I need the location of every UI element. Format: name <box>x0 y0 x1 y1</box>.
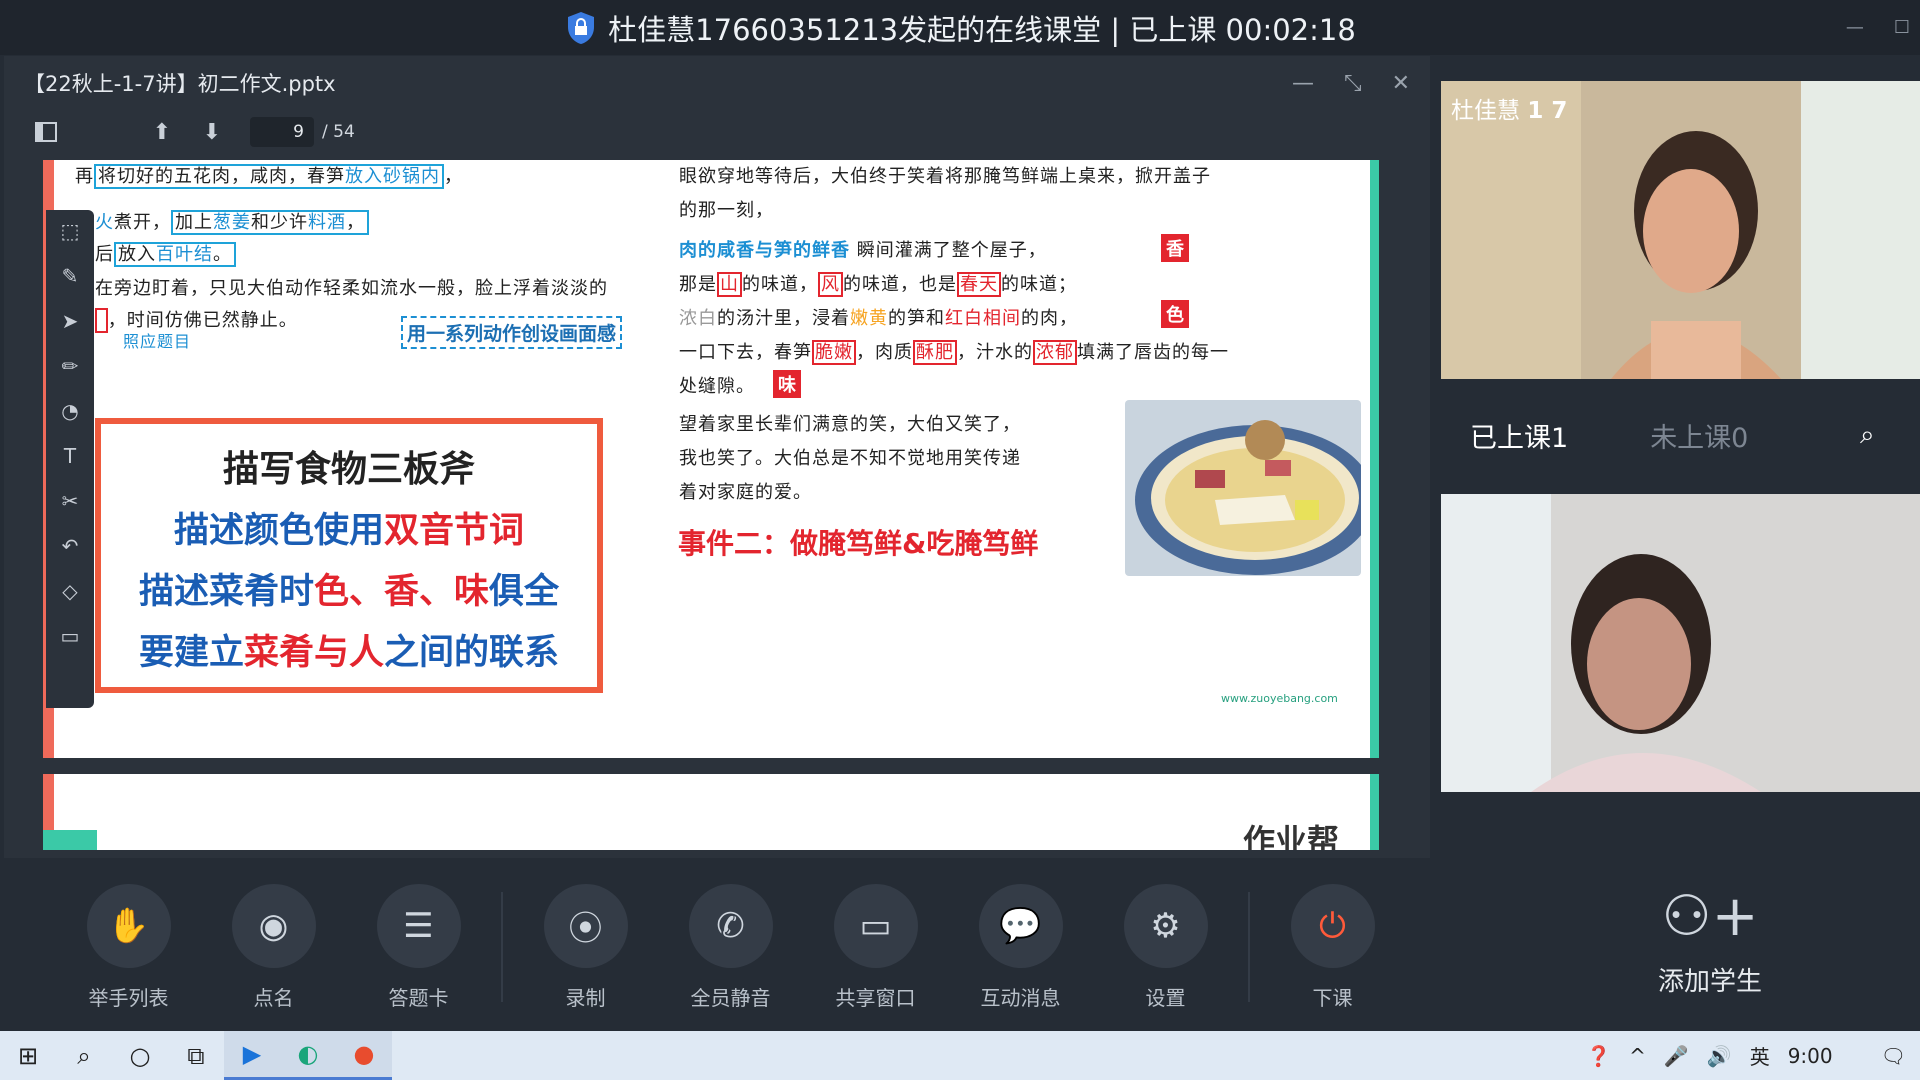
microphone-icon[interactable]: 🎤 <box>1664 1044 1689 1068</box>
title-bar: 杜佳慧17660351213发起的在线课堂 | 已上课 00:02:18 — ☐ <box>0 0 1920 55</box>
page-number-input[interactable]: 9 <box>250 117 314 147</box>
scissors-icon[interactable]: ✂ <box>62 488 79 513</box>
tag-color: 色 <box>1161 300 1189 328</box>
teacher-video[interactable]: 杜佳慧 1 7 <box>1441 81 1920 379</box>
notification-icon[interactable]: 🗨 <box>1881 1044 1906 1068</box>
right-line-4: 那是山的味道，风的味道，也是 春天 的味道； <box>679 272 1077 297</box>
taskbar-search-icon[interactable]: ⌕ <box>56 1031 112 1080</box>
right-line-1: 眼欲穿地等待后，大伯终于笑着将那腌笃鲜端上桌来，掀开盖子 <box>679 166 1211 187</box>
windows-taskbar: ⊞ ⌕ ○ ⧉ ▶ ◐ ● ❓ ^ 🎤 🔊 英 9:00 🗨 <box>0 1031 1920 1080</box>
prev-page-icon[interactable]: ⬆ <box>150 120 174 145</box>
record-button[interactable]: ⦿ 录制 <box>513 883 658 1011</box>
hand-icon: ✋ <box>86 883 171 968</box>
next-slide-brand: 作业帮 <box>1242 822 1339 850</box>
red-app-icon[interactable]: ● <box>336 1031 392 1080</box>
add-student-button[interactable]: ⚇+ 添加学生 <box>1650 884 1770 998</box>
edge-browser-icon[interactable]: ◐ <box>280 1031 336 1080</box>
minimize-icon[interactable]: — <box>1846 17 1864 38</box>
event-two-heading: 事件二：做腌笃鲜&吃腌笃鲜 <box>678 527 1039 560</box>
gear-icon: ⚙ <box>1123 883 1208 968</box>
share-window-button[interactable]: ▭ 共享窗口 <box>803 883 948 1011</box>
location-pin-icon: ◉ <box>231 883 316 968</box>
task-view-icon[interactable]: ⧉ <box>168 1031 224 1080</box>
chat-bubble-icon: 💬 <box>978 883 1063 968</box>
answer-sheet-icon: ☰ <box>376 883 461 968</box>
teacher-name-label: 杜佳慧 1 7 <box>1451 98 1568 124</box>
slide-line-3: 在旁边盯着，只见大伯动作轻柔如流水一般，脸上浮着淡淡的 <box>95 278 608 299</box>
raise-hand-list-button[interactable]: ✋ 举手列表 <box>56 883 201 1011</box>
classroom-app: 杜佳慧17660351213发起的在线课堂 | 已上课 00:02:18 — ☐… <box>0 0 1920 1032</box>
doc-minimize-icon[interactable]: — <box>1292 71 1314 96</box>
end-class-button[interactable]: ⏻ 下课 <box>1260 883 1405 1011</box>
student-video[interactable] <box>1441 494 1920 792</box>
screen-share-icon: ▭ <box>833 883 918 968</box>
add-user-icon: ⚇+ <box>1661 884 1759 949</box>
undo-icon[interactable]: ↶ <box>62 533 79 558</box>
slide-url: www.zuoyebang.com <box>1221 692 1338 705</box>
slide-line-0: 再将切好的五花肉，咸肉，春笋放入砂锅内， <box>75 164 463 189</box>
tag-fragrance: 香 <box>1161 234 1189 262</box>
search-icon[interactable]: ⌕ <box>1860 420 1875 451</box>
answer-card-button[interactable]: ☰ 答题卡 <box>346 883 491 1011</box>
right-line-9: 我也笑了。大伯总是不知不觉地用笑传递 <box>679 448 1021 469</box>
eraser-icon[interactable]: ◇ <box>62 578 77 603</box>
clock[interactable]: 9:00 <box>1788 1044 1833 1068</box>
doc-close-icon[interactable]: ✕ <box>1392 71 1410 96</box>
cortana-icon[interactable]: ○ <box>112 1031 168 1080</box>
mute-user-icon: ✆ <box>688 883 773 968</box>
right-line-10: 着对家庭的爱。 <box>679 482 812 503</box>
toolbox-icon[interactable]: ▭ <box>61 623 80 648</box>
page-total: / 54 <box>322 122 355 142</box>
slide-line-1: 火煮开， 加上葱姜和少许料酒， <box>95 208 369 235</box>
food-tips-card: 描写食物三板斧 描述颜色使用双音节词 描述菜肴时色、香、味俱全 要建立菜肴与人之… <box>95 418 603 693</box>
cursor-icon[interactable]: ➤ <box>62 308 79 333</box>
note-echo-title: 照应题目 <box>123 332 192 351</box>
volume-icon[interactable]: 🔊 <box>1707 1044 1732 1068</box>
pen-icon[interactable]: ✏ <box>62 353 79 378</box>
mute-all-button[interactable]: ✆ 全员静音 <box>658 883 803 1011</box>
card-line-1: 描述颜色使用双音节词 <box>173 511 525 551</box>
slide-next: 作业帮 <box>43 774 1379 850</box>
select-area-icon[interactable]: ⬚ <box>61 218 80 243</box>
next-page-icon[interactable]: ⬇ <box>200 120 224 145</box>
participants-panel: 杜佳慧 1 7 已上课1 未上课0 ⌕ ⚇+ 添加学生 <box>1430 56 1920 1031</box>
food-photo <box>1125 400 1361 576</box>
right-line-7: 处缝隙。 <box>679 376 755 397</box>
classroom-app-icon[interactable]: ▶ <box>224 1031 280 1080</box>
right-line-2: 的那一刻， <box>679 200 774 221</box>
windows-start-icon[interactable]: ⊞ <box>0 1031 56 1080</box>
tag-taste: 味 <box>773 370 801 398</box>
right-line-5: 浓白的汤汁里，浸着嫩黄的笋和红白相间的肉， <box>679 308 1078 329</box>
card-title: 描写食物三板斧 <box>222 449 475 490</box>
help-icon[interactable]: ❓ <box>1586 1044 1611 1068</box>
document-title: 【22秋上-1-7讲】初二作文.pptx <box>24 72 336 96</box>
note-action-scene: 用一系列动作创设画面感 <box>401 316 623 349</box>
record-icon: ⦿ <box>543 883 628 968</box>
doc-restore-icon[interactable]: ⤡ <box>1344 71 1362 96</box>
bottom-control-bar: ✋ 举手列表 ◉ 点名 ☰ 答题卡 ⦿ 录制 ✆ 全员静音 ▭ 共享窗口 💬 互动消息 ⚙ 设置… <box>0 862 1430 1032</box>
slide-current: 再将切好的五花肉，咸肉，春笋放入砂锅内， 火煮开， 加上葱姜和少许料酒， 后放入百… <box>43 160 1379 758</box>
card-line-3: 要建立菜肴与人之间的联系 <box>138 633 560 673</box>
roll-call-button[interactable]: ◉ 点名 <box>201 883 346 1011</box>
tab-not-in-class[interactable]: 未上课0 <box>1650 416 1748 455</box>
maximize-icon[interactable]: ☐ <box>1894 17 1910 38</box>
right-line-6: 一口下去，春笋 脆嫩 ，肉质 酥肥 ，汁水的 浓郁 填满了唇齿的每一 <box>679 340 1229 365</box>
tray-expand-icon[interactable]: ^ <box>1629 1044 1646 1068</box>
messages-button[interactable]: 💬 互动消息 <box>948 883 1093 1011</box>
laser-pointer-icon[interactable]: ✎ <box>62 263 79 288</box>
text-tool-icon[interactable]: T <box>64 443 76 468</box>
card-line-2: 描述菜肴时色、香、味俱全 <box>138 572 560 612</box>
sidebar-toggle-icon[interactable] <box>34 120 58 144</box>
shield-lock-icon <box>564 10 598 46</box>
ime-indicator[interactable]: 英 <box>1750 1041 1770 1070</box>
annotation-toolbar: ⬚ ✎ ➤ ✏ ◔ T ✂ ↶ ◇ ▭ <box>46 210 94 708</box>
slide-line-2: 后放入百叶结。 <box>95 240 236 267</box>
tab-in-class[interactable]: 已上课1 <box>1470 416 1568 455</box>
shapes-icon[interactable]: ◔ <box>61 398 78 423</box>
power-icon: ⏻ <box>1290 883 1375 968</box>
right-line-3: 肉的咸香与笋的鲜香 瞬间灌满了整个屋子， <box>679 240 1047 261</box>
settings-button[interactable]: ⚙ 设置 <box>1093 883 1238 1011</box>
window-title: 杜佳慧17660351213发起的在线课堂 | 已上课 00:02:18 <box>608 12 1356 47</box>
right-line-8: 望着家里长辈们满意的笑，大伯又笑了， <box>679 414 1021 435</box>
